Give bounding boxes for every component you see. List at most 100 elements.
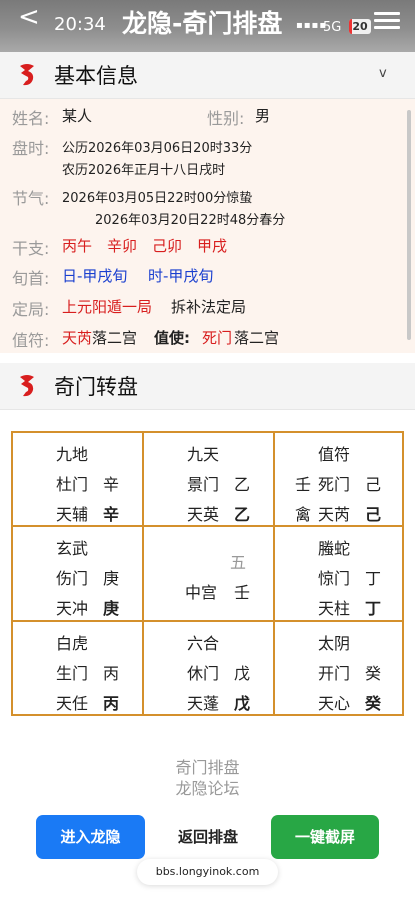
- palace-door-stem: 辛: [103, 475, 120, 494]
- palace-star-stem: 庚: [103, 599, 120, 618]
- palace-door-stem: 乙: [234, 475, 251, 494]
- gender-value: 男: [255, 107, 271, 125]
- enter-longyin-button[interactable]: 进入龙隐: [36, 815, 145, 859]
- palace-star: 天芮: [318, 505, 351, 524]
- dragon-logo-icon: [20, 375, 34, 397]
- zhifu-label: 值符:: [12, 331, 50, 350]
- palace-star: 天辅: [56, 505, 89, 524]
- palace-door: 景门: [187, 475, 220, 494]
- palace-god: 螣蛇: [318, 539, 351, 558]
- name-value: 某人: [62, 107, 93, 125]
- basic-info-panel: 姓名: 某人 性别: 男 盘时: 公历2026年03月06日20时33分 农历2…: [0, 99, 415, 353]
- zhifu-star: 天芮: [62, 329, 93, 347]
- ganzhi-month: 辛卯: [107, 237, 138, 255]
- screenshot-button[interactable]: 一键截屏: [271, 815, 379, 859]
- zhishi-label: 值使:: [154, 329, 190, 347]
- zhifu-palace: 落二宫: [92, 329, 138, 347]
- xunshou-hour: 时-甲戌旬: [148, 267, 214, 285]
- center-label: 中宫: [185, 583, 218, 602]
- palace-god: 玄武: [56, 539, 89, 558]
- palace-star-stem: 戊: [234, 694, 251, 713]
- palace-god: 六合: [187, 634, 220, 653]
- palace-door-stem: 庚: [103, 569, 120, 588]
- status-time: 20:34: [54, 14, 106, 35]
- palace-door-stem: 丙: [103, 664, 120, 683]
- palace-god: 太阴: [318, 634, 351, 653]
- palace-star: 天英: [187, 505, 220, 524]
- palace-door: 杜门: [56, 475, 89, 494]
- palace-god: 值符: [318, 445, 351, 464]
- palace-hidden-stem: 壬: [295, 475, 312, 494]
- ganzhi-year: 丙午: [62, 237, 93, 255]
- battery-icon: 20: [349, 19, 371, 34]
- basic-info-header[interactable]: 基本信息 v: [0, 52, 415, 99]
- palace-cell: 六合 休门 戊 天蓬 戊: [144, 622, 273, 714]
- palace-door-stem: 己: [365, 475, 382, 494]
- palace-cell: 九天 景门 乙 天英 乙: [144, 433, 273, 525]
- ju-method: 拆补法定局: [171, 298, 247, 316]
- palace-god: 九地: [56, 445, 89, 464]
- basic-info-title: 基本信息: [54, 64, 138, 88]
- palace-star-stem: 丙: [103, 694, 120, 713]
- ju-label: 定局:: [12, 300, 50, 319]
- palace-door: 生门: [56, 664, 89, 683]
- palace-star: 天冲: [56, 599, 89, 618]
- lunar-date: 农历2026年正月十八日戌时: [62, 163, 226, 178]
- xunshou-label: 旬首:: [12, 269, 50, 288]
- back-to-chart-button[interactable]: 返回排盘: [158, 815, 258, 859]
- palace-door: 休门: [187, 664, 220, 683]
- palace-door-stem: 戊: [234, 664, 251, 683]
- palace-cell: 值符 壬 死门 己 禽 天芮 己: [275, 433, 402, 525]
- palace-cell: 白虎 生门 丙 天任 丙: [13, 622, 142, 714]
- footer-line-2: 龙隐论坛: [175, 779, 240, 798]
- palace-god: 九天: [187, 445, 220, 464]
- back-button[interactable]: <: [18, 2, 40, 32]
- palace-star-stem: 乙: [234, 505, 251, 524]
- palace-star-stem: 己: [365, 505, 382, 524]
- palace-star: 天柱: [318, 599, 351, 618]
- top-bar: < 20:34 龙隐-奇门排盘 ▪▪▪▪ 5G 20: [0, 0, 415, 52]
- palace-door: 伤门: [56, 569, 89, 588]
- palace-star: 天蓬: [187, 694, 220, 713]
- ganzhi-hour: 甲戌: [197, 237, 228, 255]
- palace-god: 白虎: [56, 634, 89, 653]
- palace-star: 天心: [318, 694, 351, 713]
- chart-title: 奇门转盘: [54, 375, 138, 399]
- qimen-grid: 九地 杜门 辛 天辅 辛 九天 景门 乙 天英 乙 值符 壬 死门 己 禽 天芮…: [11, 431, 404, 716]
- solar-term-1: 2026年03月05日22时00分惊蛰: [62, 191, 253, 206]
- page-title: 龙隐-奇门排盘: [122, 9, 283, 38]
- palace-cell: 玄武 伤门 庚 天冲 庚: [13, 527, 142, 620]
- ganzhi-label: 干支:: [12, 239, 50, 258]
- time-label: 盘时:: [12, 139, 50, 158]
- collapse-toggle[interactable]: v: [379, 66, 387, 81]
- chart-header: 奇门转盘: [0, 363, 415, 410]
- center-stem: 壬: [234, 583, 251, 602]
- center-palace: 五 中宫 壬: [144, 527, 273, 620]
- ganzhi-day: 己卯: [152, 237, 183, 255]
- gender-label: 性别:: [207, 109, 245, 128]
- dragon-logo-icon: [20, 64, 34, 86]
- url-bar[interactable]: bbs.longyinok.com: [137, 859, 278, 885]
- solar-date: 公历2026年03月06日20时33分: [62, 141, 253, 156]
- palace-cell: 螣蛇 惊门 丁 天柱 丁: [275, 527, 402, 620]
- palace-qin-star: 禽: [295, 505, 312, 524]
- palace-star-stem: 癸: [365, 694, 382, 713]
- palace-star-stem: 辛: [103, 505, 120, 524]
- xunshou-day: 日-甲戌旬: [62, 267, 128, 285]
- palace-door: 开门: [318, 664, 351, 683]
- palace-door: 死门: [318, 475, 351, 494]
- ju-value: 上元阳遁一局: [62, 298, 153, 316]
- palace-cell: 太阴 开门 癸 天心 癸: [275, 622, 402, 714]
- palace-door-stem: 丁: [365, 569, 382, 588]
- palace-star-stem: 丁: [365, 599, 382, 618]
- scrollbar[interactable]: [407, 110, 411, 340]
- palace-cell: 九地 杜门 辛 天辅 辛: [13, 433, 142, 525]
- palace-door: 惊门: [318, 569, 351, 588]
- zhishi-door: 死门: [202, 329, 233, 347]
- name-label: 姓名:: [12, 109, 50, 128]
- palace-star: 天任: [56, 694, 89, 713]
- center-number: 五: [230, 553, 247, 572]
- menu-icon[interactable]: [374, 12, 400, 33]
- palace-door-stem: 癸: [365, 664, 382, 683]
- solar-term-2: 2026年03月20日22时48分春分: [95, 213, 286, 228]
